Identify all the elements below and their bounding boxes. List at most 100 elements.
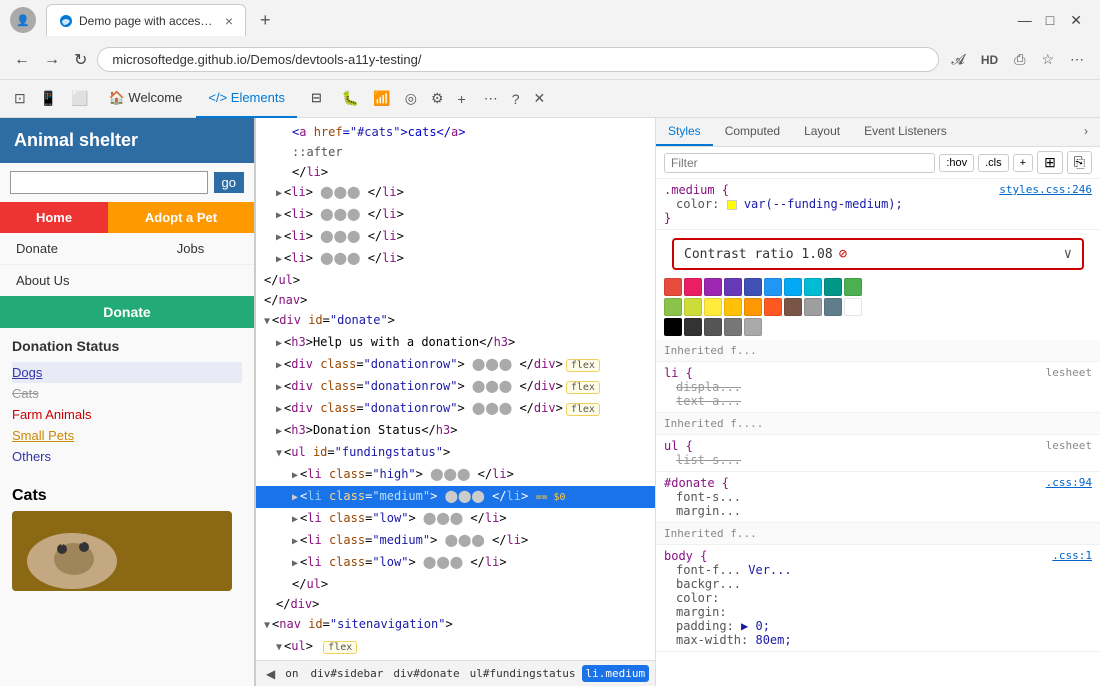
dom-line-selected[interactable]: ▶<li class="medium"> ⬤⬤⬤ </li> == $0 xyxy=(256,486,655,508)
wifi-icon[interactable]: 📶 xyxy=(367,86,396,111)
rule-source-link[interactable]: .css:94 xyxy=(1046,476,1092,489)
dom-line[interactable]: ▶<li> ⬤⬤⬤ </li> xyxy=(256,248,655,270)
dom-line[interactable]: ▶<li> ⬤⬤⬤ </li> xyxy=(256,182,655,204)
url-input[interactable] xyxy=(97,47,939,72)
copy-all-styles-button[interactable]: ⎘ xyxy=(1067,151,1092,174)
breadcrumb-scroll-left[interactable]: ◀ xyxy=(262,665,279,683)
swatch[interactable] xyxy=(704,278,722,296)
network-icon[interactable]: 🐛 xyxy=(336,86,365,111)
device-emulation-icon[interactable]: 📱 xyxy=(34,86,63,111)
dom-line[interactable]: ▶<div class="donationrow"> ⬤⬤⬤ </div>fle… xyxy=(256,376,655,398)
swatch[interactable] xyxy=(764,278,782,296)
swatch[interactable] xyxy=(784,298,802,316)
swatch[interactable] xyxy=(804,298,822,316)
swatch[interactable] xyxy=(744,298,762,316)
dom-line[interactable]: ▼<ul> flex xyxy=(256,636,655,658)
breadcrumb-item[interactable]: ul#fundingstatus xyxy=(466,665,580,682)
home-nav-button[interactable]: Home xyxy=(0,202,108,233)
dom-line[interactable]: </div> xyxy=(256,594,655,614)
swatch[interactable] xyxy=(704,298,722,316)
dom-line[interactable]: </ul> xyxy=(256,574,655,594)
breadcrumb-item[interactable]: on xyxy=(281,665,302,682)
dom-line[interactable]: ▼<nav id="sitenavigation"> xyxy=(256,614,655,636)
pseudo-cls-button[interactable]: .cls xyxy=(978,154,1009,172)
swatch[interactable] xyxy=(664,278,682,296)
breadcrumb-item[interactable]: div#donate xyxy=(389,665,463,682)
rule-source-link[interactable]: .css:1 xyxy=(1052,549,1092,562)
dom-line[interactable]: ▶<h3>Donation Status</h3> xyxy=(256,420,655,442)
refresh-button[interactable]: ↻ xyxy=(70,46,91,74)
breadcrumb-scroll-right[interactable]: ▶ xyxy=(651,665,655,683)
swatch[interactable] xyxy=(724,278,742,296)
pseudo-hover-button[interactable]: :hov xyxy=(939,154,974,172)
performance-icon[interactable]: ◎ xyxy=(399,86,423,111)
dom-line[interactable]: ▶<h3>Help us with a donation</h3> xyxy=(256,332,655,354)
close-button[interactable]: ✕ xyxy=(1062,10,1090,31)
tab-elements[interactable]: </> Elements xyxy=(196,80,297,118)
tab-layout[interactable]: Layout xyxy=(792,118,852,146)
swatch[interactable] xyxy=(664,298,682,316)
dom-line[interactable]: <a href="#cats">cats</a> xyxy=(256,122,655,142)
search-input[interactable] xyxy=(10,171,208,194)
swatch[interactable] xyxy=(664,318,682,336)
add-style-rule-button[interactable]: + xyxy=(1013,154,1033,172)
donate-banner-button[interactable]: Donate xyxy=(0,296,254,328)
jobs-nav-button[interactable]: Jobs xyxy=(127,233,254,264)
dock-icon[interactable]: ⬜ xyxy=(65,86,94,111)
donate-nav-button[interactable]: Donate xyxy=(0,233,127,264)
help-devtools-icon[interactable]: ? xyxy=(506,87,526,111)
rule-source-link[interactable]: styles.css:246 xyxy=(999,183,1092,196)
dom-line[interactable]: ▶<li class="medium"> ⬤⬤⬤ </li> xyxy=(256,530,655,552)
adopt-nav-button[interactable]: Adopt a Pet xyxy=(108,202,254,233)
add-tool-icon[interactable]: + xyxy=(452,87,472,111)
about-nav-button[interactable]: About Us xyxy=(0,264,254,296)
new-tab-button[interactable]: + xyxy=(252,8,279,33)
swatch[interactable] xyxy=(704,318,722,336)
settings-icon[interactable]: ⚙ xyxy=(425,86,450,111)
tab-close-btn[interactable]: × xyxy=(225,13,233,29)
more-tools-icon[interactable]: ⋯ xyxy=(1064,47,1090,72)
swatch[interactable] xyxy=(724,318,742,336)
share-icon[interactable]: ⎙ xyxy=(1008,47,1031,72)
contrast-ratio-box[interactable]: Contrast ratio 1.08 ⊘ ∨ xyxy=(672,238,1084,270)
inspect-element-icon[interactable]: ⊡ xyxy=(8,86,32,111)
search-go-button[interactable]: go xyxy=(214,172,244,193)
breadcrumb-item-active[interactable]: li.medium xyxy=(582,665,650,682)
swatch[interactable] xyxy=(844,298,862,316)
swatch[interactable] xyxy=(724,298,742,316)
swatch[interactable] xyxy=(684,278,702,296)
swatch[interactable] xyxy=(684,318,702,336)
swatch[interactable] xyxy=(824,278,842,296)
minimize-button[interactable]: — xyxy=(1012,10,1038,30)
dom-line[interactable]: </li> xyxy=(256,162,655,182)
dom-line[interactable]: ▶<div class="donationrow"> ⬤⬤⬤ </div>fle… xyxy=(256,398,655,420)
forward-button[interactable]: → xyxy=(40,47,64,73)
dom-line[interactable]: ▶<li class="high"> ⬤⬤⬤ </li> xyxy=(256,464,655,486)
tab-computed[interactable]: Computed xyxy=(713,118,792,146)
read-aloud-icon[interactable]: 𝓐 xyxy=(945,47,971,72)
chevron-down-icon[interactable]: ∨ xyxy=(1064,246,1072,262)
active-tab[interactable]: Demo page with accessibility iss × xyxy=(46,4,246,36)
style-actions-button[interactable]: ⊞ xyxy=(1037,151,1063,174)
dom-line[interactable]: </ul> xyxy=(256,270,655,290)
dom-line[interactable]: ▶<li> ⬤⬤⬤ </li> xyxy=(256,204,655,226)
more-tools-devtools-icon[interactable]: ⋯ xyxy=(478,86,504,111)
swatch[interactable] xyxy=(744,318,762,336)
tab-expand[interactable]: › xyxy=(1072,118,1100,146)
dom-line[interactable]: ▼<div id="donate"> xyxy=(256,310,655,332)
dom-line[interactable]: ▶<li class="low"> ⬤⬤⬤ </li> xyxy=(256,508,655,530)
swatch[interactable] xyxy=(684,298,702,316)
swatch[interactable] xyxy=(804,278,822,296)
swatch[interactable] xyxy=(844,278,862,296)
dom-line[interactable]: ▼<ul id="fundingstatus"> xyxy=(256,442,655,464)
styles-filter-input[interactable] xyxy=(664,153,935,173)
tab-event-listeners[interactable]: Event Listeners xyxy=(852,118,959,146)
swatch[interactable] xyxy=(764,298,782,316)
swatch[interactable] xyxy=(744,278,762,296)
swatch[interactable] xyxy=(824,298,842,316)
dom-line[interactable]: ▶<li> ⬤⬤⬤ </li> xyxy=(256,226,655,248)
breadcrumb-item[interactable]: div#sidebar xyxy=(306,665,387,682)
swatch[interactable] xyxy=(784,278,802,296)
tab-styles[interactable]: Styles xyxy=(656,118,713,146)
color-swatch-inline[interactable] xyxy=(727,200,737,210)
